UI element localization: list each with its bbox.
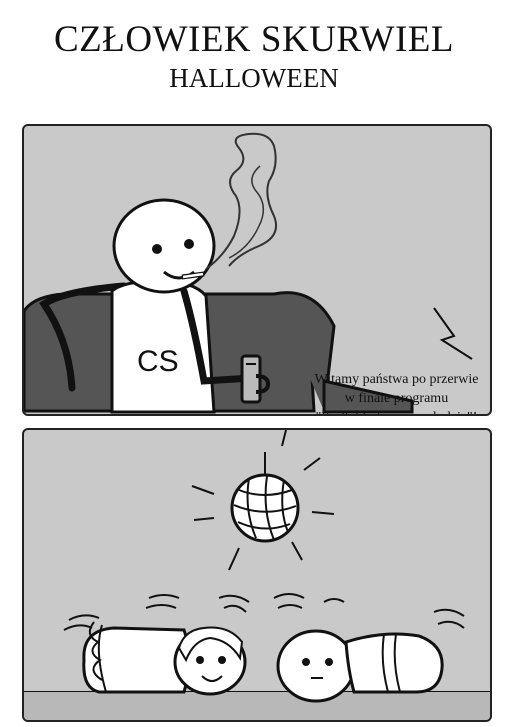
speech-text: Witamy państwa po przerwie w finale prog… [289,370,490,414]
speech-tail [433,307,473,360]
left-dancer-eye-l [196,656,204,664]
smoke [205,132,278,270]
left-eye [152,244,162,254]
panel-2-illustration [24,430,490,720]
right-eye [184,239,194,249]
panel-1: CS Witamy państwa po przerwie w finale p… [22,124,492,416]
motion-lines [63,593,465,631]
left-dancer-eye-r [218,656,226,664]
right-dancer-eye-r [325,658,333,666]
comic-title: CZŁOWIEK SKURWIEL [53,19,455,60]
comic-subtitle: HALLOWEEN [169,63,339,93]
speech-line-1: Witamy państwa po przerwie [314,372,479,387]
beer-can [240,354,262,404]
speech-line-2: w finale programu [344,391,449,406]
right-dancer-eye-l [302,658,310,666]
panel-2 [22,428,492,722]
shirt-text: CS [137,345,179,378]
right-dancer-head [276,629,356,703]
head [112,198,216,294]
speech-line-3: "Kadłubki tańczą na lodzie"! [289,408,490,414]
